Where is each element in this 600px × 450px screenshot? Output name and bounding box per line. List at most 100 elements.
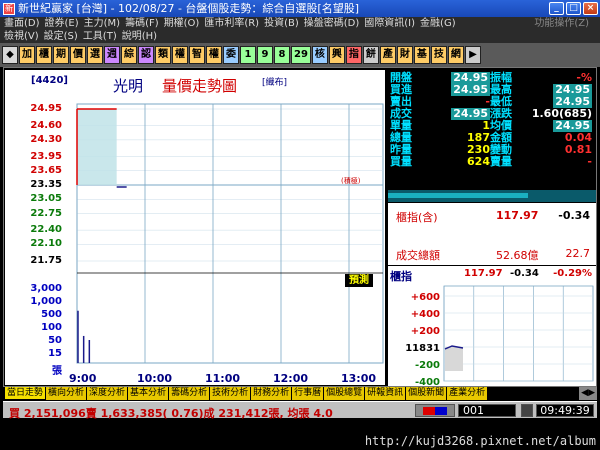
predict-button[interactable]: 預測 <box>345 274 373 287</box>
index-tick-label: +400 <box>411 309 440 320</box>
tab-scroll[interactable]: ◀▶ <box>579 387 597 400</box>
index-change: -0.34 <box>558 209 590 222</box>
index-plot <box>443 285 594 382</box>
volume-tick-label: 15 <box>48 348 62 359</box>
tab-5[interactable]: 技術分析 <box>210 387 251 400</box>
price-tick-label: 22.10 <box>30 238 62 250</box>
quote-panel: 開盤 24.95 振幅 -% 買進 24.95 最高 24.95 賣出 - 最低 24.95 成交 24.… <box>388 70 596 188</box>
toolbar-button-17[interactable]: 29 <box>291 46 311 64</box>
menu2-item-0[interactable]: 檢視(V) <box>4 31 39 42</box>
tab-0[interactable]: 當日走勢 <box>5 387 46 400</box>
quote-value: 24.95 <box>451 83 490 96</box>
tab-1[interactable]: 橫向分析 <box>46 387 87 400</box>
toolbar-button-21[interactable]: 餅 <box>362 46 379 64</box>
index-summary: 櫃指(含) 117.97 -0.34 成交總額 52.68億 22.7 <box>388 203 596 265</box>
quote-value: 624 <box>467 155 490 168</box>
menu-item-2[interactable]: 主力(M) <box>84 18 120 29</box>
toolbar-button-22[interactable]: 產 <box>379 46 396 64</box>
toolbar-button-6[interactable]: 週 <box>104 46 120 64</box>
menu2-item-3[interactable]: 說明(H) <box>122 31 157 42</box>
price-tick-label: 23.95 <box>30 150 62 162</box>
toolbar-button-15[interactable]: 9 <box>257 46 273 64</box>
bid-ask-ratio-bar <box>388 190 596 202</box>
menu2-item-2[interactable]: 工具(T) <box>83 31 117 42</box>
main-menu: 畫面(D) 證券(E) 主力(M) 籌碼(F) 期權(O) 匯市利率(R) 投資(B) 操盤密… <box>0 17 600 30</box>
toolbar-button-18[interactable]: 核 <box>311 46 328 64</box>
minimize-button[interactable]: _ <box>549 2 564 15</box>
toolbar-button-0[interactable]: ◆ <box>2 46 18 64</box>
tab-10[interactable]: 個股新聞 <box>406 387 447 400</box>
close-button[interactable]: × <box>583 2 598 15</box>
toolbar-button-13[interactable]: 委 <box>223 46 239 64</box>
index-chart-canvas: +600 +400 +200 11831 -200 -400 <box>405 285 594 386</box>
toolbar-button-10[interactable]: 權 <box>172 46 188 64</box>
tab-9[interactable]: 研報資訊 <box>365 387 406 400</box>
toolbar-button-7[interactable]: 綜 <box>121 46 137 64</box>
price-tick-label: 23.35 <box>30 179 62 190</box>
toolbar-button-5[interactable]: 選 <box>87 46 103 64</box>
toolbar-button-8[interactable]: 認 <box>138 46 154 64</box>
toolbar-button-3[interactable]: 期 <box>53 46 69 64</box>
price-volume-chart[interactable] <box>5 70 385 385</box>
toolbar-button-19[interactable]: 興 <box>328 46 345 64</box>
index-tick-label: -400 <box>415 377 440 386</box>
amount-value: 52.68億 <box>496 249 539 262</box>
tab-11[interactable]: 產業分析 <box>447 387 488 400</box>
menu-item-8[interactable]: 國際資訊(I) <box>364 18 415 29</box>
toolbar-button-4[interactable]: 價 <box>70 46 86 64</box>
tab-3[interactable]: 基本分析 <box>128 387 169 400</box>
menu-item-1[interactable]: 證券(E) <box>45 18 79 29</box>
toolbar-button-25[interactable]: 技 <box>430 46 447 64</box>
toolbar-button-2[interactable]: 櫃 <box>36 46 52 64</box>
menu-item-4[interactable]: 期權(O) <box>164 18 200 29</box>
menu-item-5[interactable]: 匯市利率(R) <box>204 18 259 29</box>
turnover-label: (積極) <box>341 177 361 185</box>
toolbar-button-16[interactable]: 8 <box>274 46 290 64</box>
index-tick-label: -200 <box>415 360 440 371</box>
toolbar-button-9[interactable]: 類 <box>155 46 171 64</box>
app-icon: 新 <box>3 2 15 15</box>
index-label: 櫃指(含) <box>396 211 438 224</box>
menu-item-function[interactable]: 功能操作(Z) <box>534 17 589 30</box>
index-mini-chart[interactable]: 櫃指 117.97 -0.34 -0.29% +600 +400 +200 11831… <box>388 266 596 386</box>
menu-item-3[interactable]: 籌碼(F) <box>125 18 159 29</box>
index-tick-label: +200 <box>411 326 440 337</box>
toolbar-button-1[interactable]: 加 <box>19 46 35 64</box>
window-title: 新世紀贏家 [台灣] - 102/08/27 - 台盤個股走勢：綜合自選股[名望… <box>18 2 359 15</box>
menu-item-9[interactable]: 金融(G) <box>420 18 456 29</box>
price-tick-label: 22.75 <box>30 207 62 219</box>
amount-value-2: 22.7 <box>565 247 591 260</box>
volume-tick-label: 500 <box>41 309 62 320</box>
toolbar-button-24[interactable]: 基 <box>413 46 430 64</box>
volume-tick-label: 100 <box>41 322 62 333</box>
toolbar-button-23[interactable]: 財 <box>396 46 413 64</box>
price-tick-label: 22.40 <box>30 224 62 236</box>
volume-tick-label: 1,000 <box>30 296 62 307</box>
volume-tick-label: 張 <box>52 366 62 377</box>
page-step-button[interactable] <box>521 404 533 417</box>
tab-4[interactable]: 籌碼分析 <box>169 387 210 400</box>
menu-item-6[interactable]: 投資(B) <box>264 18 299 29</box>
toolbar-button-20[interactable]: 指 <box>345 46 362 64</box>
toolbar-button-26[interactable]: 網 <box>447 46 464 64</box>
tab-6[interactable]: 財務分析 <box>251 387 292 400</box>
secondary-menu: 檢視(V) 設定(S) 工具(T) 說明(H) <box>0 30 600 43</box>
menu-item-7[interactable]: 操盤密碼(D) <box>304 18 360 29</box>
amount-label: 成交總額 <box>396 249 440 262</box>
toolbar-button-11[interactable]: 智 <box>189 46 205 64</box>
time-tick-label: 11:00 <box>205 372 241 385</box>
toolbar-button-12[interactable]: 權 <box>206 46 222 64</box>
title-bar: 新 新世紀贏家 [台灣] - 102/08/27 - 台盤個股走勢：綜合自選股[… <box>0 0 600 17</box>
chart-title: 量價走勢圖 <box>162 77 238 95</box>
page-indicator[interactable]: 001 <box>458 404 516 417</box>
industry-label[interactable]: [織布] <box>262 75 287 88</box>
tab-7[interactable]: 行事曆 <box>292 387 324 400</box>
toolbar-button-27[interactable]: ▶ <box>464 46 481 64</box>
tab-8[interactable]: 個股總覽 <box>324 387 365 400</box>
index-area <box>445 347 463 371</box>
menu2-item-1[interactable]: 設定(S) <box>44 31 78 42</box>
restore-button[interactable]: □ <box>566 2 581 15</box>
menu-item-0[interactable]: 畫面(D) <box>4 18 40 29</box>
tab-2[interactable]: 深度分析 <box>87 387 128 400</box>
toolbar-button-14[interactable]: 1 <box>240 46 256 64</box>
